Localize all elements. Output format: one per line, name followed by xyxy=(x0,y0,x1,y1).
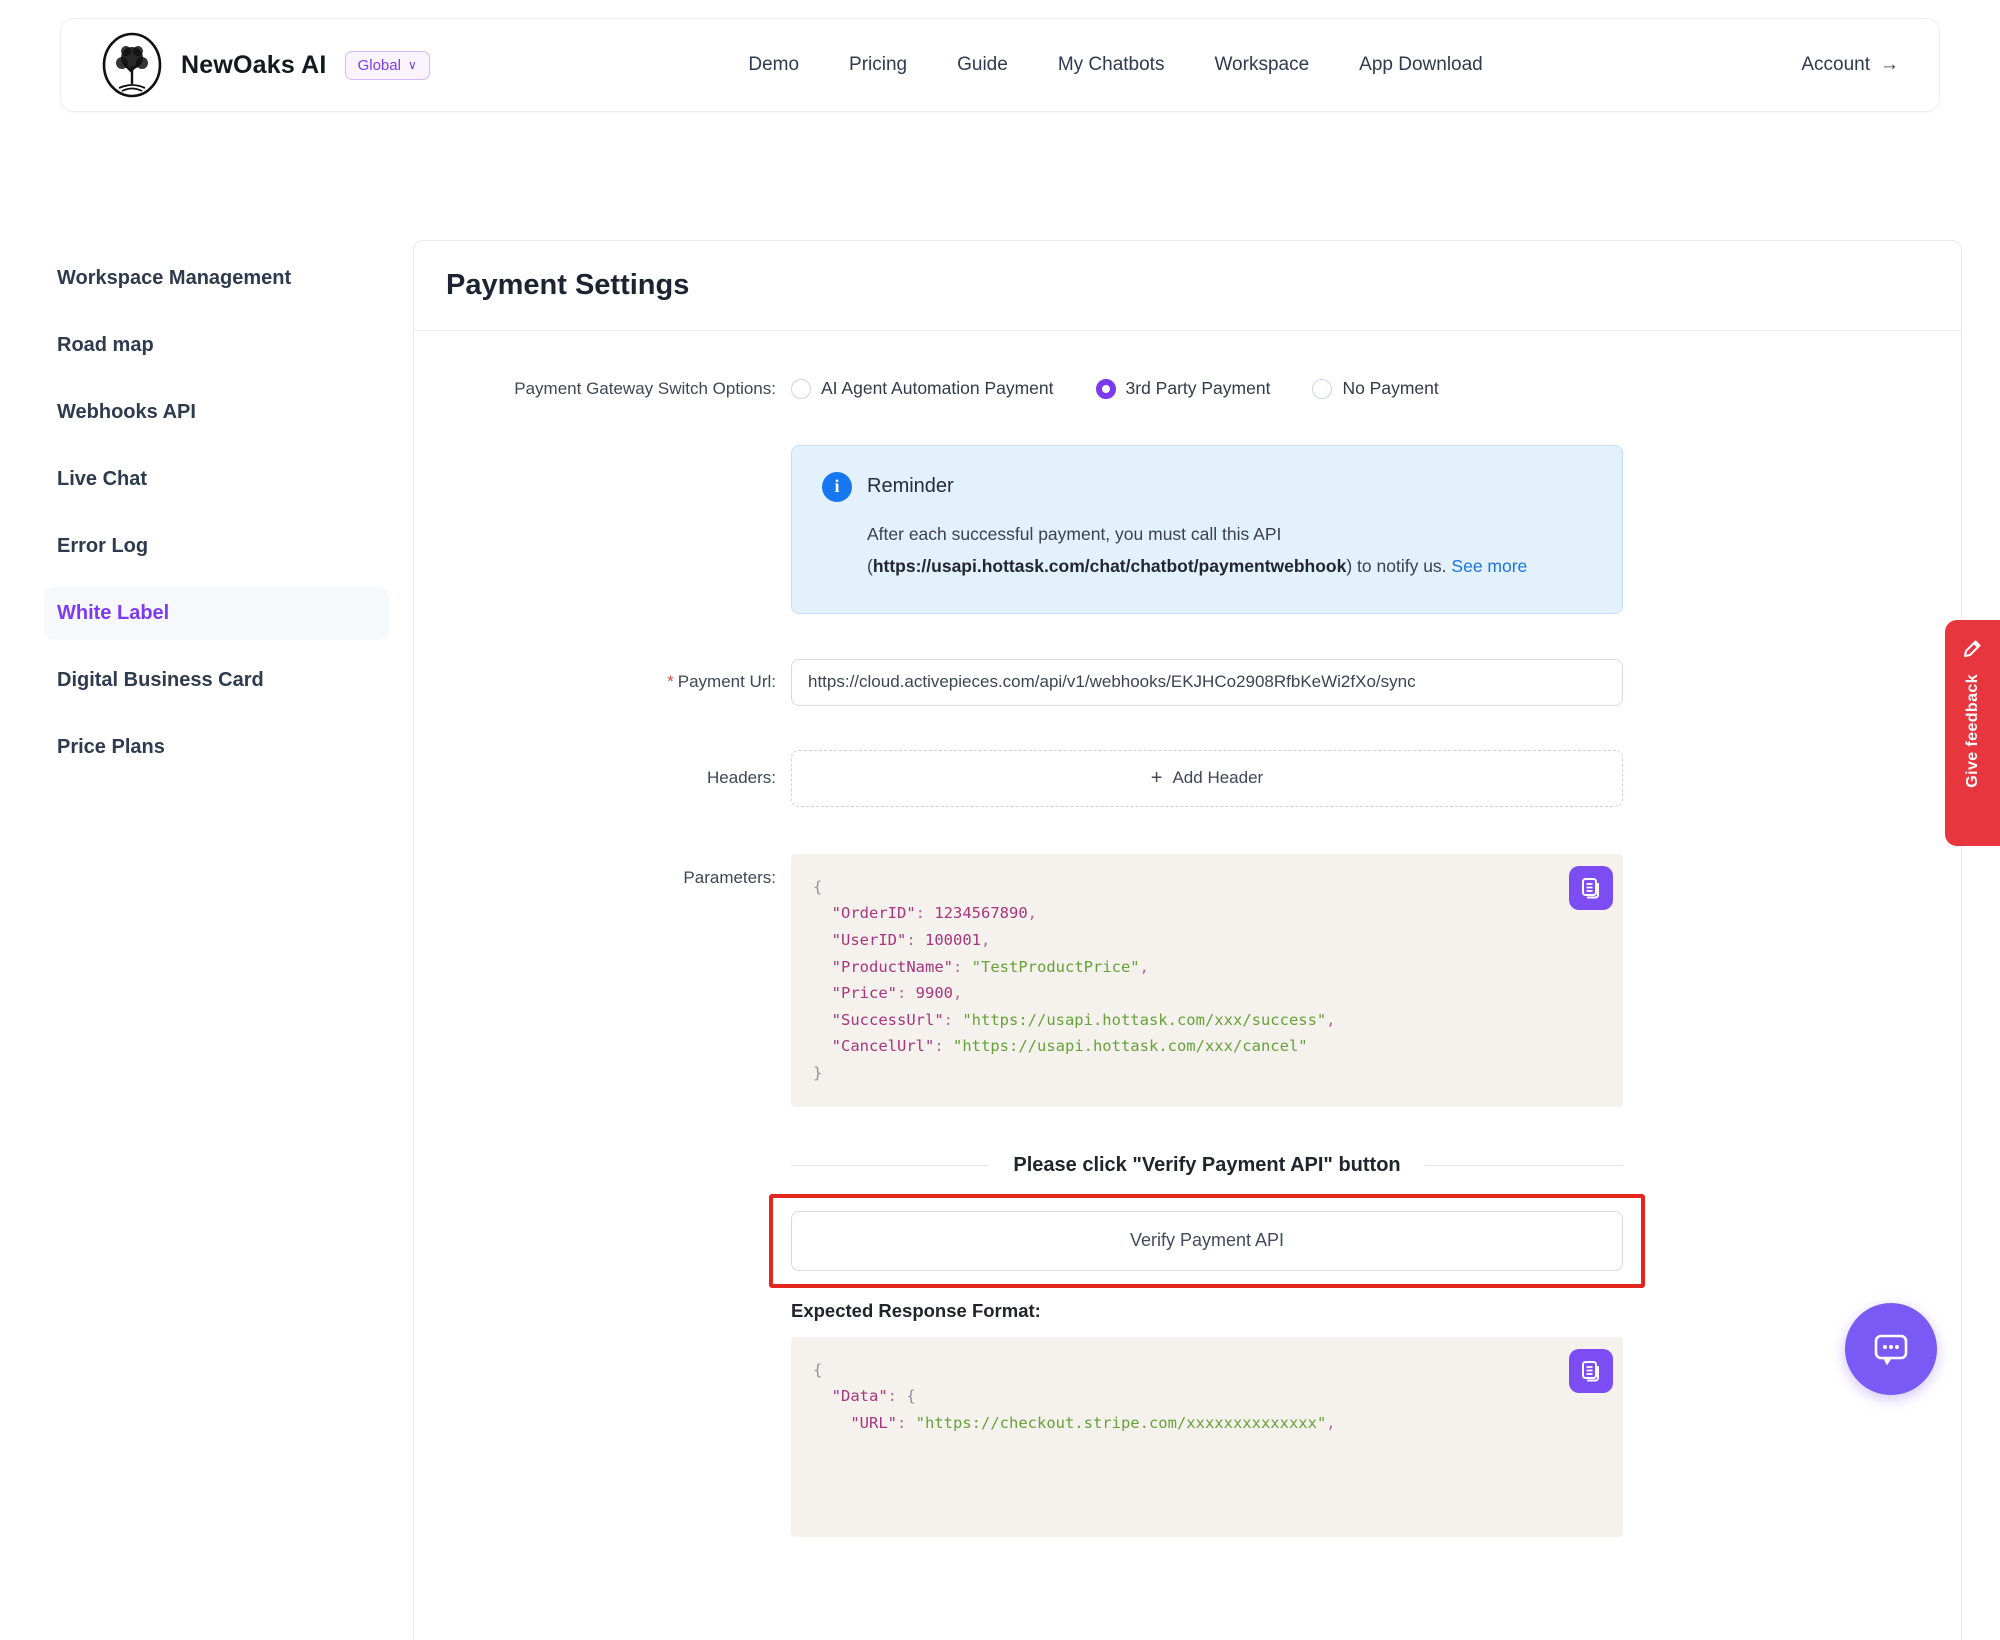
chat-bubble-icon xyxy=(1868,1326,1914,1372)
expected-response-label: Expected Response Format: xyxy=(791,1300,1623,1322)
reminder-alert: i Reminder After each successful payment… xyxy=(791,445,1623,614)
code-line: "SuccessUrl": "https://usapi.hottask.com… xyxy=(813,1007,1601,1034)
radio-label: 3rd Party Payment xyxy=(1126,378,1271,399)
code-line: "UserID": 100001, xyxy=(813,927,1601,954)
global-dropdown[interactable]: Global ∨ xyxy=(345,51,430,80)
code-line: } xyxy=(813,1060,1601,1087)
chevron-down-icon: ∨ xyxy=(408,58,417,72)
global-label: Global xyxy=(358,57,401,74)
gateway-switch-label: Payment Gateway Switch Options: xyxy=(446,377,776,401)
copy-icon xyxy=(1579,1359,1603,1383)
card-body: Payment Gateway Switch Options: AI Agent… xyxy=(414,331,1961,1537)
parameters-label: Parameters: xyxy=(446,854,776,1107)
reminder-text-after: ) to notify us. xyxy=(1346,556,1446,576)
radio-icon xyxy=(1096,379,1116,399)
sidebar-item-workspace-management[interactable]: Workspace Management xyxy=(44,252,389,305)
see-more-link[interactable]: See more xyxy=(1451,556,1527,576)
brand-name: NewOaks AI xyxy=(181,51,327,80)
reminder-body: After each successful payment, you must … xyxy=(867,518,1592,583)
headers-row: Headers: + Add Header xyxy=(446,750,1929,807)
account-label: Account xyxy=(1801,54,1870,76)
code-line: { xyxy=(813,1357,1601,1384)
sidebar-item-live-chat[interactable]: Live Chat xyxy=(44,453,389,506)
nav-item-workspace[interactable]: Workspace xyxy=(1214,54,1309,76)
required-asterisk: * xyxy=(667,672,674,691)
page-title: Payment Settings xyxy=(446,269,1929,302)
gateway-switch-row: Payment Gateway Switch Options: AI Agent… xyxy=(446,377,1929,401)
settings-sidebar: Workspace Management Road map Webhooks API… xyxy=(44,252,389,788)
verify-section: Please click "Verify Payment API" button… xyxy=(791,1154,1623,1537)
copy-response-button[interactable] xyxy=(1569,1349,1613,1393)
gateway-radio-group: AI Agent Automation Payment 3rd Party Pay… xyxy=(791,378,1929,399)
nav-item-my-chatbots[interactable]: My Chatbots xyxy=(1058,54,1165,76)
parameters-code-block: { "OrderID": 1234567890, "UserID": 10000… xyxy=(791,854,1623,1107)
pencil-icon xyxy=(1961,636,1985,660)
radio-option-no-payment[interactable]: No Payment xyxy=(1312,378,1438,399)
main-nav: Demo Pricing Guide My Chatbots Workspace App … xyxy=(748,54,1482,76)
expected-response-code-block: { "Data": { "URL": "https://checkout.str… xyxy=(791,1337,1623,1537)
plus-icon: + xyxy=(1151,767,1163,790)
radio-icon xyxy=(791,379,811,399)
radio-option-ai-agent-automation-payment[interactable]: AI Agent Automation Payment xyxy=(791,378,1054,399)
red-highlight-annotation: Verify Payment API xyxy=(769,1194,1645,1288)
radio-label: AI Agent Automation Payment xyxy=(821,378,1054,399)
payment-url-input[interactable] xyxy=(791,659,1623,706)
newoaks-logo-icon xyxy=(101,32,163,98)
radio-icon xyxy=(1312,379,1332,399)
radio-option-3rd-party-payment[interactable]: 3rd Party Payment xyxy=(1096,378,1271,399)
nav-item-pricing[interactable]: Pricing xyxy=(849,54,907,76)
payment-url-row: *Payment Url: xyxy=(446,659,1929,706)
payment-settings-card: Payment Settings Payment Gateway Switch … xyxy=(413,240,1962,1640)
reminder-api-url: https://usapi.hottask.com/chat/chatbot/p… xyxy=(873,556,1347,576)
info-icon: i xyxy=(822,472,852,502)
account-link[interactable]: Account → xyxy=(1801,54,1899,76)
nav-item-guide[interactable]: Guide xyxy=(957,54,1008,76)
radio-label: No Payment xyxy=(1342,378,1438,399)
code-line: "CancelUrl": "https://usapi.hottask.com/… xyxy=(813,1033,1601,1060)
add-header-button[interactable]: + Add Header xyxy=(791,750,1623,807)
sidebar-item-webhooks-api[interactable]: Webhooks API xyxy=(44,386,389,439)
sidebar-item-white-label[interactable]: White Label xyxy=(44,587,389,640)
add-header-label: Add Header xyxy=(1172,768,1263,788)
sidebar-item-price-plans[interactable]: Price Plans xyxy=(44,721,389,774)
code-line: "URL": "https://checkout.stripe.com/xxxx… xyxy=(813,1410,1601,1437)
card-header: Payment Settings xyxy=(414,241,1961,331)
sidebar-item-road-map[interactable]: Road map xyxy=(44,319,389,372)
reminder-title: Reminder xyxy=(867,475,954,498)
sidebar-item-digital-business-card[interactable]: Digital Business Card xyxy=(44,654,389,707)
code-line: { xyxy=(813,874,1601,901)
top-navbar: NewOaks AI Global ∨ Demo Pricing Guide My C… xyxy=(60,18,1940,112)
headers-label: Headers: xyxy=(446,766,776,790)
copy-icon xyxy=(1579,876,1603,900)
code-line: "Price": 9900, xyxy=(813,980,1601,1007)
nav-item-app-download[interactable]: App Download xyxy=(1359,54,1483,76)
verify-hint-divider: Please click "Verify Payment API" button xyxy=(791,1154,1623,1177)
parameters-row: Parameters: { "OrderID": 1234567890, "Us… xyxy=(446,854,1929,1107)
chat-widget-button[interactable] xyxy=(1845,1303,1937,1395)
give-feedback-label: Give feedback xyxy=(1964,674,1982,788)
verify-hint-text: Please click "Verify Payment API" button xyxy=(1013,1154,1400,1177)
divider-line xyxy=(1425,1165,1623,1166)
code-line: "OrderID": 1234567890, xyxy=(813,900,1601,927)
copy-parameters-button[interactable] xyxy=(1569,866,1613,910)
code-line: "ProductName": "TestProductPrice", xyxy=(813,954,1601,981)
code-line: "Data": { xyxy=(813,1383,1601,1410)
payment-url-label: *Payment Url: xyxy=(446,670,776,694)
sidebar-item-error-log[interactable]: Error Log xyxy=(44,520,389,573)
arrow-right-icon: → xyxy=(1880,54,1899,76)
nav-item-demo[interactable]: Demo xyxy=(748,54,799,76)
divider-line xyxy=(791,1165,989,1166)
give-feedback-tab[interactable]: Give feedback xyxy=(1945,620,2000,846)
reminder-header: i Reminder xyxy=(822,472,1592,502)
verify-payment-api-button[interactable]: Verify Payment API xyxy=(791,1211,1623,1271)
brand-area: NewOaks AI Global ∨ xyxy=(101,32,430,98)
